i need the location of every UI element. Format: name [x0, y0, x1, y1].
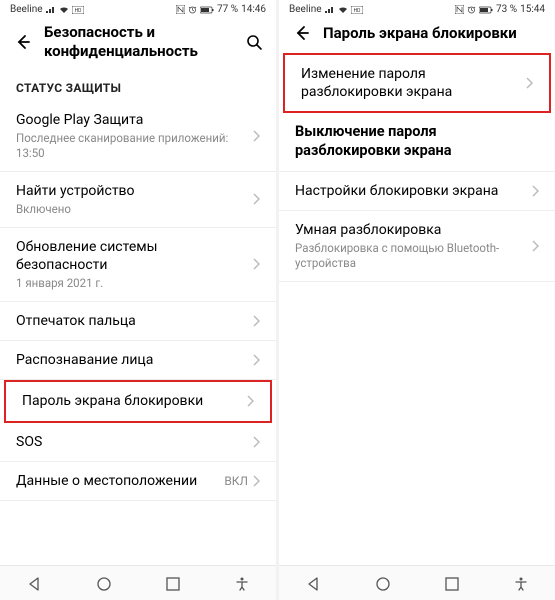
item-title: Распознавание лица	[16, 351, 246, 369]
nav-home[interactable]	[375, 576, 391, 592]
time-label: 14:46	[241, 4, 266, 15]
item-title: SOS	[16, 433, 246, 451]
search-icon	[245, 33, 263, 51]
svg-text:HD: HD	[353, 8, 360, 14]
chevron-right-icon	[525, 77, 533, 89]
nav-back[interactable]	[27, 576, 43, 592]
item-title: Обновление системы безопасности	[16, 238, 246, 274]
navbar	[0, 565, 276, 600]
header: Безопасность и конфиденциальность	[0, 17, 276, 71]
wifi-icon	[338, 6, 348, 14]
accessibility-icon	[234, 576, 250, 592]
hd-icon: HD	[72, 6, 84, 14]
nav-back[interactable]	[306, 576, 322, 592]
square-recent-icon	[444, 576, 460, 592]
back-button[interactable]	[12, 32, 32, 52]
square-recent-icon	[165, 576, 181, 592]
item-sub: Последнее сканирование приложений: 13:50	[16, 131, 246, 161]
nav-recent[interactable]	[165, 576, 181, 592]
item-disable-password[interactable]: Выключение пароля разблокировки экрана	[279, 113, 555, 172]
chevron-right-icon	[252, 354, 260, 366]
circle-home-icon	[96, 576, 112, 592]
nav-accessibility[interactable]	[234, 576, 250, 592]
item-title: Пароль экрана блокировки	[22, 392, 240, 410]
item-lock-settings[interactable]: Настройки блокировки экрана	[279, 172, 555, 211]
item-lock-screen-password[interactable]: Пароль экрана блокировки	[4, 380, 272, 422]
item-sos[interactable]: SOS	[0, 423, 276, 462]
back-arrow-icon	[13, 33, 31, 51]
chevron-right-icon	[252, 130, 260, 142]
signal-icon	[325, 6, 335, 14]
circle-home-icon	[375, 576, 391, 592]
nav-recent[interactable]	[444, 576, 460, 592]
page-title: Безопасность и конфиденциальность	[44, 23, 244, 61]
item-title: Настройки блокировки экрана	[295, 182, 525, 200]
battery-icon	[479, 6, 493, 14]
back-arrow-icon	[292, 24, 310, 42]
chevron-right-icon	[531, 185, 539, 197]
svg-text:HD: HD	[74, 8, 81, 14]
item-title: Умная разблокировка	[295, 221, 525, 239]
statusbar: Beeline HD 77 % 14:46	[0, 0, 276, 17]
nav-accessibility[interactable]	[513, 576, 529, 592]
triangle-back-icon	[27, 576, 43, 592]
nav-home[interactable]	[96, 576, 112, 592]
item-find-device[interactable]: Найти устройство Включено	[0, 172, 276, 228]
item-sub: Разблокировка с помощью Bluetooth-устрой…	[295, 241, 525, 271]
header: Пароль экрана блокировки	[279, 17, 555, 53]
phone-left: Beeline HD 77 % 14:46 Безопасность и кон…	[0, 0, 276, 600]
item-location-data[interactable]: Данные о местоположении ВКЛ	[0, 462, 276, 501]
battery-label: 73 %	[496, 4, 517, 15]
item-security-update[interactable]: Обновление системы безопасности 1 января…	[0, 228, 276, 302]
triangle-back-icon	[306, 576, 322, 592]
statusbar: Beeline HD 73 % 15:44	[279, 0, 555, 17]
item-title: Выключение пароля разблокировки экрана	[295, 123, 533, 161]
item-title: Отпечаток пальца	[16, 312, 246, 330]
back-button[interactable]	[291, 23, 311, 43]
chevron-right-icon	[252, 436, 260, 448]
chevron-right-icon	[246, 395, 254, 407]
nfc-icon	[176, 5, 185, 14]
chevron-right-icon	[252, 475, 260, 487]
item-sub: 1 января 2021 г.	[16, 276, 246, 291]
nfc-icon	[455, 5, 464, 14]
chevron-right-icon	[252, 193, 260, 205]
item-change-password[interactable]: Изменение пароля разблокировки экрана	[283, 53, 551, 113]
section-label: СТАТУС ЗАЩИТЫ	[0, 71, 276, 101]
item-title: Данные о местоположении	[16, 472, 218, 490]
signal-icon	[46, 6, 56, 14]
battery-label: 77 %	[217, 4, 238, 15]
hd-icon: HD	[351, 6, 363, 14]
wifi-icon	[59, 6, 69, 14]
alarm-icon	[467, 5, 476, 14]
accessibility-icon	[513, 576, 529, 592]
item-title: Изменение пароля разблокировки экрана	[301, 65, 519, 101]
item-google-play-protect[interactable]: Google Play Защита Последнее сканировани…	[0, 101, 276, 172]
page-title: Пароль экрана блокировки	[323, 24, 543, 43]
item-title: Найти устройство	[16, 182, 246, 200]
alarm-icon	[188, 5, 197, 14]
item-smart-unlock[interactable]: Умная разблокировка Разблокировка с помо…	[279, 211, 555, 282]
item-face-recognition[interactable]: Распознавание лица	[0, 341, 276, 380]
search-button[interactable]	[244, 32, 264, 52]
chevron-right-icon	[531, 240, 539, 252]
item-sub: Включено	[16, 202, 246, 217]
time-label: 15:44	[520, 4, 545, 15]
item-fingerprint[interactable]: Отпечаток пальца	[0, 302, 276, 341]
battery-icon	[200, 6, 214, 14]
item-value: ВКЛ	[224, 474, 248, 488]
navbar	[279, 565, 555, 600]
carrier-label: Beeline	[10, 4, 43, 15]
chevron-right-icon	[252, 258, 260, 270]
chevron-right-icon	[252, 315, 260, 327]
phone-right: Beeline HD 73 % 15:44 Пароль экрана блок…	[279, 0, 555, 600]
item-title: Google Play Защита	[16, 111, 246, 129]
carrier-label: Beeline	[289, 4, 322, 15]
